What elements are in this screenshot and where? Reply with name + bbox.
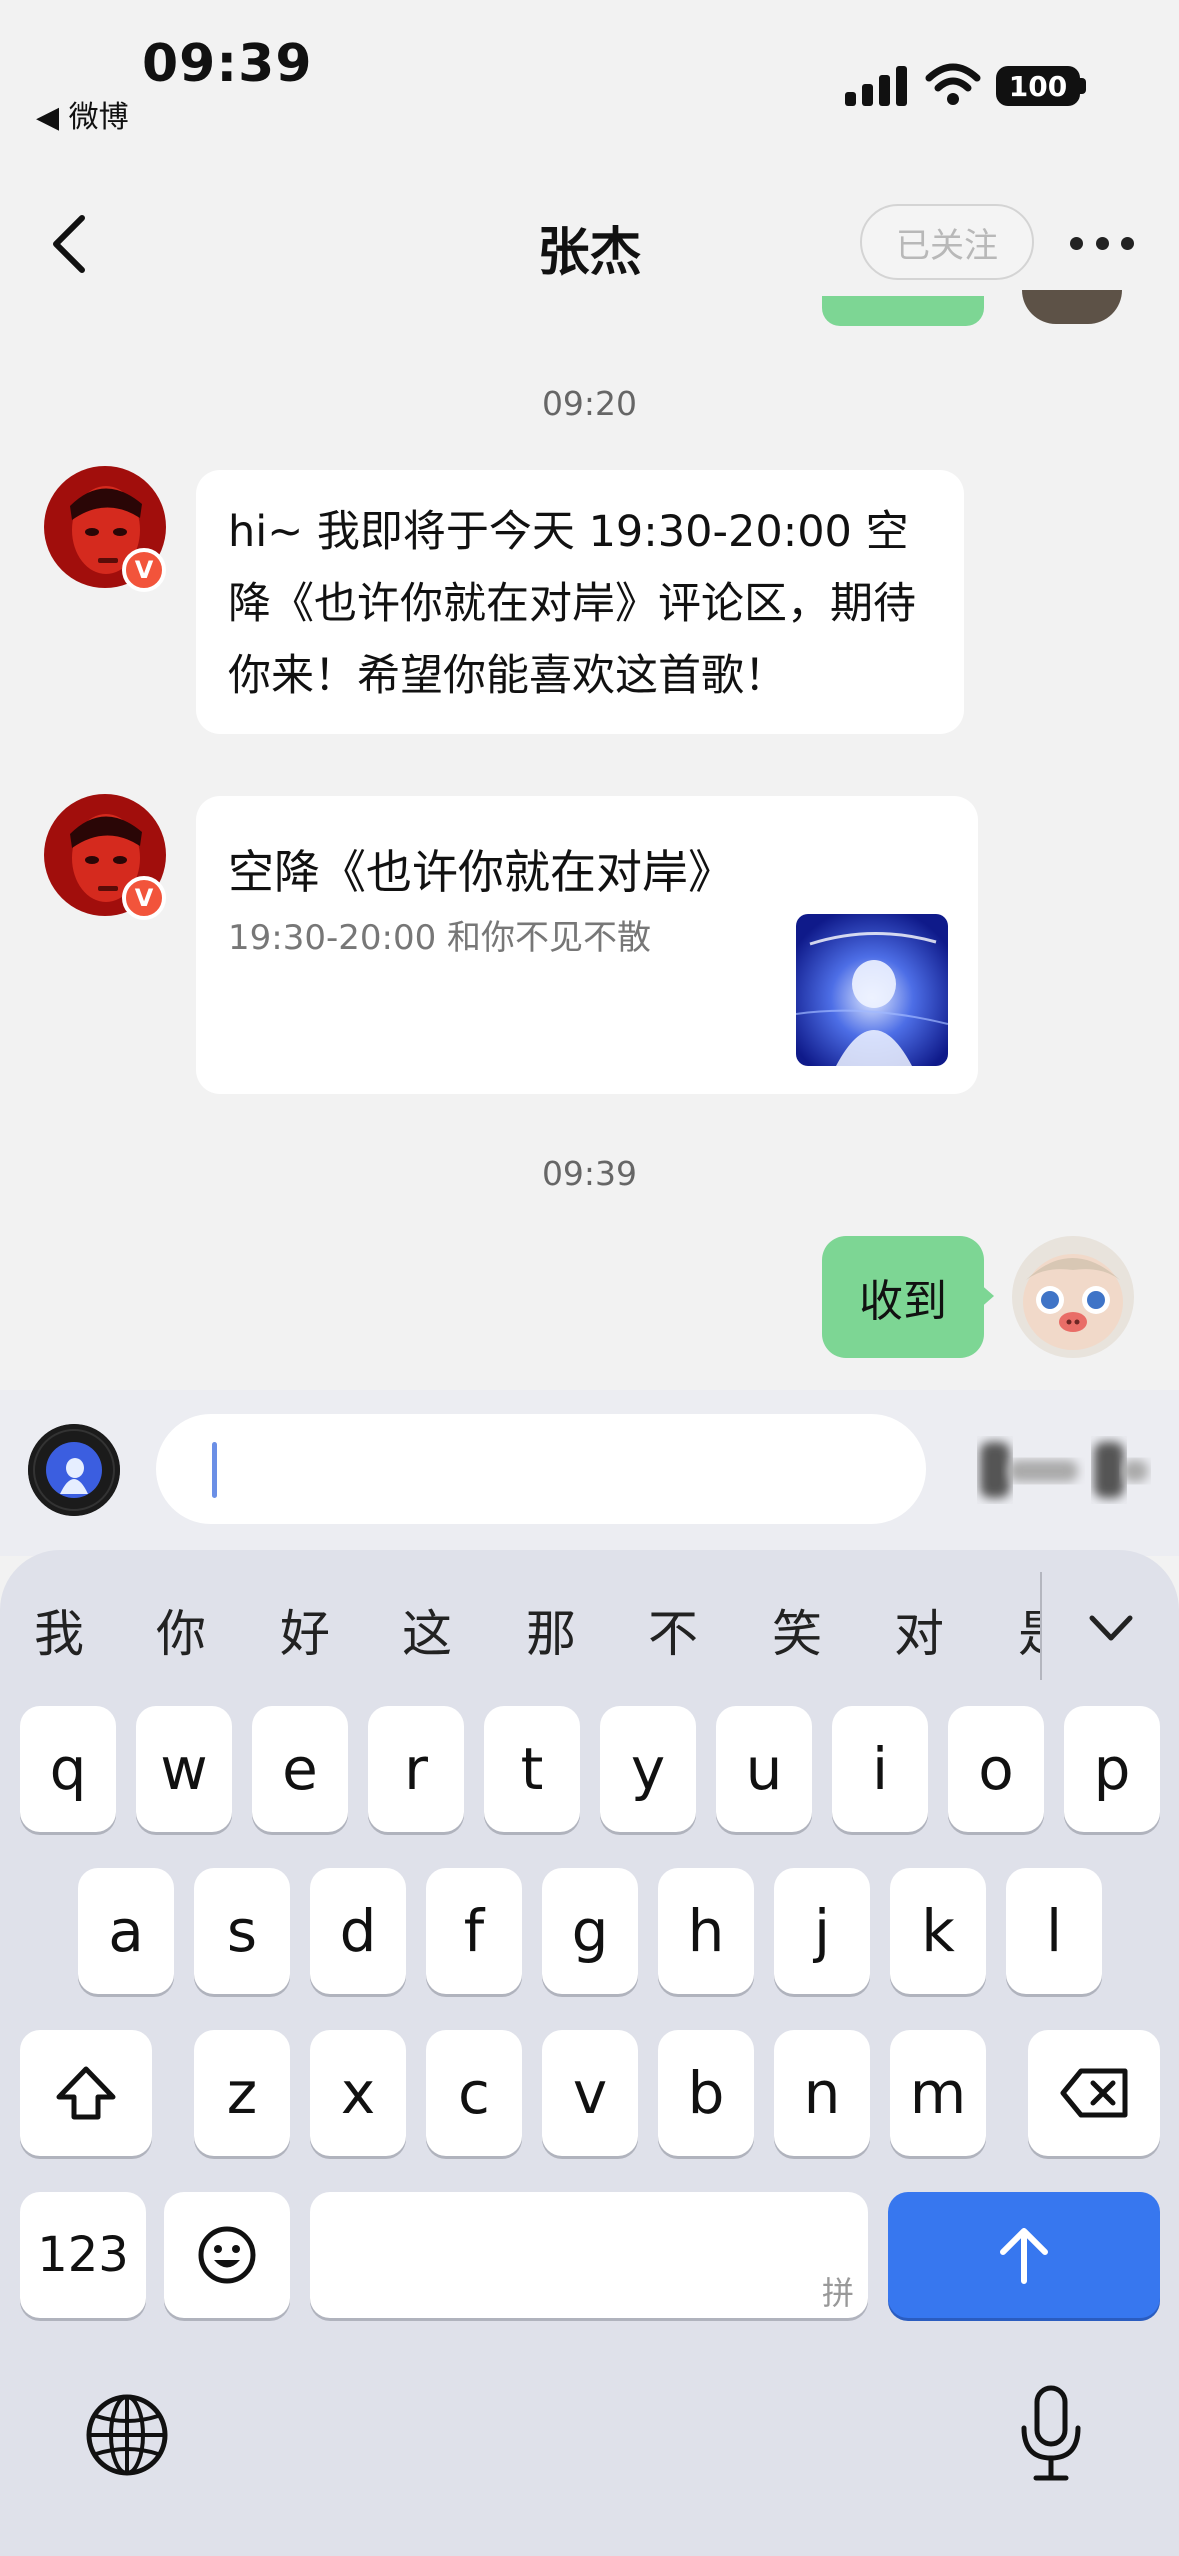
album-cover-image bbox=[796, 914, 948, 1066]
toolbar-icons[interactable] bbox=[972, 1430, 1152, 1510]
shift-icon bbox=[56, 2066, 116, 2120]
key-r[interactable]: r bbox=[368, 1706, 464, 1832]
candidate-divider bbox=[1040, 1572, 1042, 1680]
my-avatar[interactable] bbox=[1012, 1236, 1134, 1358]
bubble-tail bbox=[978, 1282, 994, 1310]
my-message-bubble[interactable]: 收到 bbox=[822, 1236, 984, 1358]
key-j[interactable]: j bbox=[774, 1868, 870, 1994]
key-n[interactable]: n bbox=[774, 2030, 870, 2156]
music-vinyl-icon[interactable] bbox=[28, 1424, 120, 1516]
pinyin-hint: 拼 bbox=[821, 2274, 854, 2312]
key-p[interactable]: p bbox=[1064, 1706, 1160, 1832]
key-s[interactable]: s bbox=[194, 1868, 290, 1994]
space-key[interactable]: 拼 bbox=[310, 2192, 868, 2318]
key-z[interactable]: z bbox=[194, 2030, 290, 2156]
timestamp: 09:20 bbox=[541, 384, 638, 423]
song-card-subtitle: 19:30-20:00 和你不见不散 bbox=[228, 918, 652, 958]
verified-badge-icon: V bbox=[122, 548, 166, 592]
key-k[interactable]: k bbox=[890, 1868, 986, 1994]
candidate-word[interactable]: 这 bbox=[402, 1594, 452, 1666]
key-f[interactable]: f bbox=[426, 1868, 522, 1994]
follow-status-button[interactable]: 已关注 bbox=[860, 204, 1034, 280]
battery-tip bbox=[1080, 78, 1086, 94]
key-t[interactable]: t bbox=[484, 1706, 580, 1832]
battery-indicator: 100 bbox=[996, 66, 1080, 106]
emoji-key[interactable] bbox=[164, 2192, 290, 2318]
wifi-icon bbox=[925, 63, 981, 105]
key-d[interactable]: d bbox=[310, 1868, 406, 1994]
previous-avatar bbox=[1022, 290, 1122, 324]
cellular-signal-icon bbox=[845, 66, 907, 106]
candidate-word[interactable]: 笑 bbox=[772, 1594, 822, 1666]
candidate-word[interactable]: 你 bbox=[156, 1594, 206, 1666]
backspace-icon bbox=[1060, 2068, 1128, 2118]
candidate-word[interactable]: 不 bbox=[648, 1594, 698, 1666]
microphone-icon[interactable] bbox=[1016, 2384, 1086, 2484]
chevron-down-icon[interactable] bbox=[1086, 1608, 1136, 1648]
key-q[interactable]: q bbox=[20, 1706, 116, 1832]
chevron-left-icon[interactable] bbox=[46, 214, 96, 274]
send-key[interactable] bbox=[888, 2192, 1160, 2318]
key-o[interactable]: o bbox=[948, 1706, 1044, 1832]
text-caret bbox=[212, 1442, 217, 1498]
key-x[interactable]: x bbox=[310, 2030, 406, 2156]
key-g[interactable]: g bbox=[542, 1868, 638, 1994]
song-card-title: 空降《也许你就在对岸》 bbox=[228, 845, 734, 899]
back-to-app-link[interactable]: ◀ 微博 bbox=[36, 92, 129, 136]
emoji-icon bbox=[198, 2226, 256, 2284]
candidate-word[interactable]: 那 bbox=[526, 1594, 576, 1666]
verified-badge-icon: V bbox=[122, 876, 166, 920]
timestamp: 09:39 bbox=[541, 1154, 638, 1193]
candidate-word[interactable]: 是 bbox=[1018, 1594, 1040, 1666]
key-c[interactable]: c bbox=[426, 2030, 522, 2156]
key-v[interactable]: v bbox=[542, 2030, 638, 2156]
candidate-word[interactable]: 好 bbox=[280, 1594, 330, 1666]
key-e[interactable]: e bbox=[252, 1706, 348, 1832]
message-input[interactable] bbox=[156, 1414, 926, 1524]
key-i[interactable]: i bbox=[832, 1706, 928, 1832]
more-dots-icon[interactable] bbox=[1070, 228, 1134, 258]
status-time: 09:39 bbox=[142, 34, 313, 94]
key-u[interactable]: u bbox=[716, 1706, 812, 1832]
arrow-up-icon bbox=[1000, 2228, 1048, 2284]
key-h[interactable]: h bbox=[658, 1868, 754, 1994]
globe-icon[interactable] bbox=[84, 2392, 170, 2478]
key-a[interactable]: a bbox=[78, 1868, 174, 1994]
key-m[interactable]: m bbox=[890, 2030, 986, 2156]
key-w[interactable]: w bbox=[136, 1706, 232, 1832]
delete-key[interactable] bbox=[1028, 2030, 1160, 2156]
previous-message-bubble bbox=[822, 296, 984, 326]
key-l[interactable]: l bbox=[1006, 1868, 1102, 1994]
key-y[interactable]: y bbox=[600, 1706, 696, 1832]
message-text: hi~ 我即将于今天 19:30-20:00 空降《也许你就在对岸》评论区，期待… bbox=[228, 507, 916, 701]
candidate-word[interactable]: 对 bbox=[894, 1594, 944, 1666]
key-b[interactable]: b bbox=[658, 2030, 754, 2156]
candidate-word[interactable]: 我 bbox=[34, 1594, 84, 1666]
numbers-key[interactable]: 123 bbox=[20, 2192, 146, 2318]
shift-key[interactable] bbox=[20, 2030, 152, 2156]
